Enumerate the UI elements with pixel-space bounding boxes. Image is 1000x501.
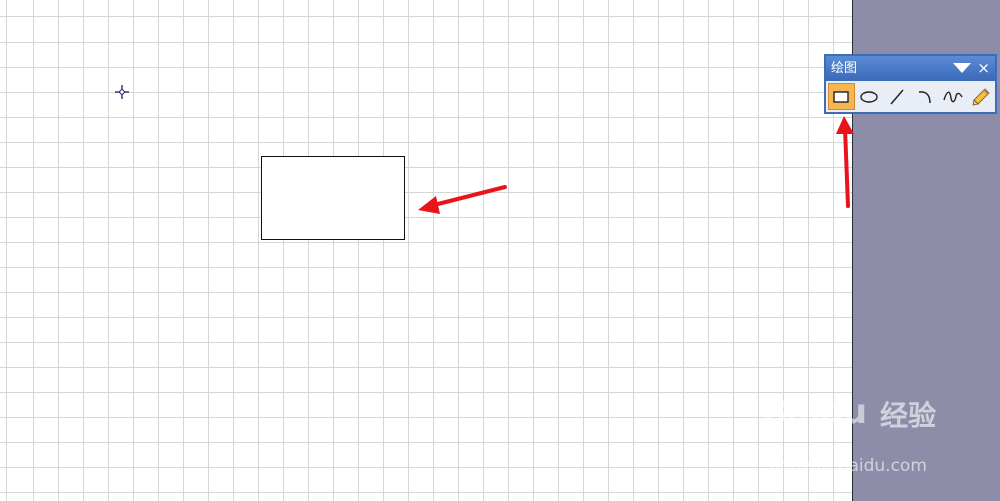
- watermark-brand: Baidu: [762, 392, 867, 432]
- line-tool-button[interactable]: [884, 83, 911, 110]
- watermark-product: 经验: [880, 399, 937, 432]
- drawing-canvas[interactable]: [0, 0, 852, 501]
- drawn-rectangle-shape[interactable]: [261, 156, 405, 240]
- arc-tool-button[interactable]: [912, 83, 939, 110]
- close-icon[interactable]: ×: [977, 56, 990, 81]
- toolbar-tools: [826, 81, 995, 112]
- arc-icon: [918, 90, 931, 103]
- rectangle-icon: [833, 90, 850, 103]
- freeform-tool-button[interactable]: [939, 83, 966, 110]
- toolbar-titlebar[interactable]: 绘图 ×: [826, 56, 995, 81]
- ellipse-icon: [860, 90, 878, 103]
- rectangle-tool-button[interactable]: [828, 83, 855, 110]
- dropdown-triangle-icon[interactable]: [953, 63, 971, 73]
- ellipse-tool-button[interactable]: [856, 83, 883, 110]
- drawing-toolbar[interactable]: 绘图 ×: [824, 54, 997, 114]
- pencil-icon: [972, 87, 990, 106]
- pencil-tool-button[interactable]: [967, 83, 994, 110]
- freeform-icon: [943, 91, 963, 102]
- baidu-jingyan-watermark: Baidu 经验 jingyan.baidu.com: [762, 392, 962, 482]
- watermark-brand-text: Baidu: [762, 392, 867, 432]
- toolbar-title: 绘图: [831, 61, 858, 76]
- crosshair-cursor-icon: [115, 85, 129, 99]
- line-icon: [890, 89, 904, 104]
- watermark-url: jingyan.baidu.com: [770, 456, 927, 476]
